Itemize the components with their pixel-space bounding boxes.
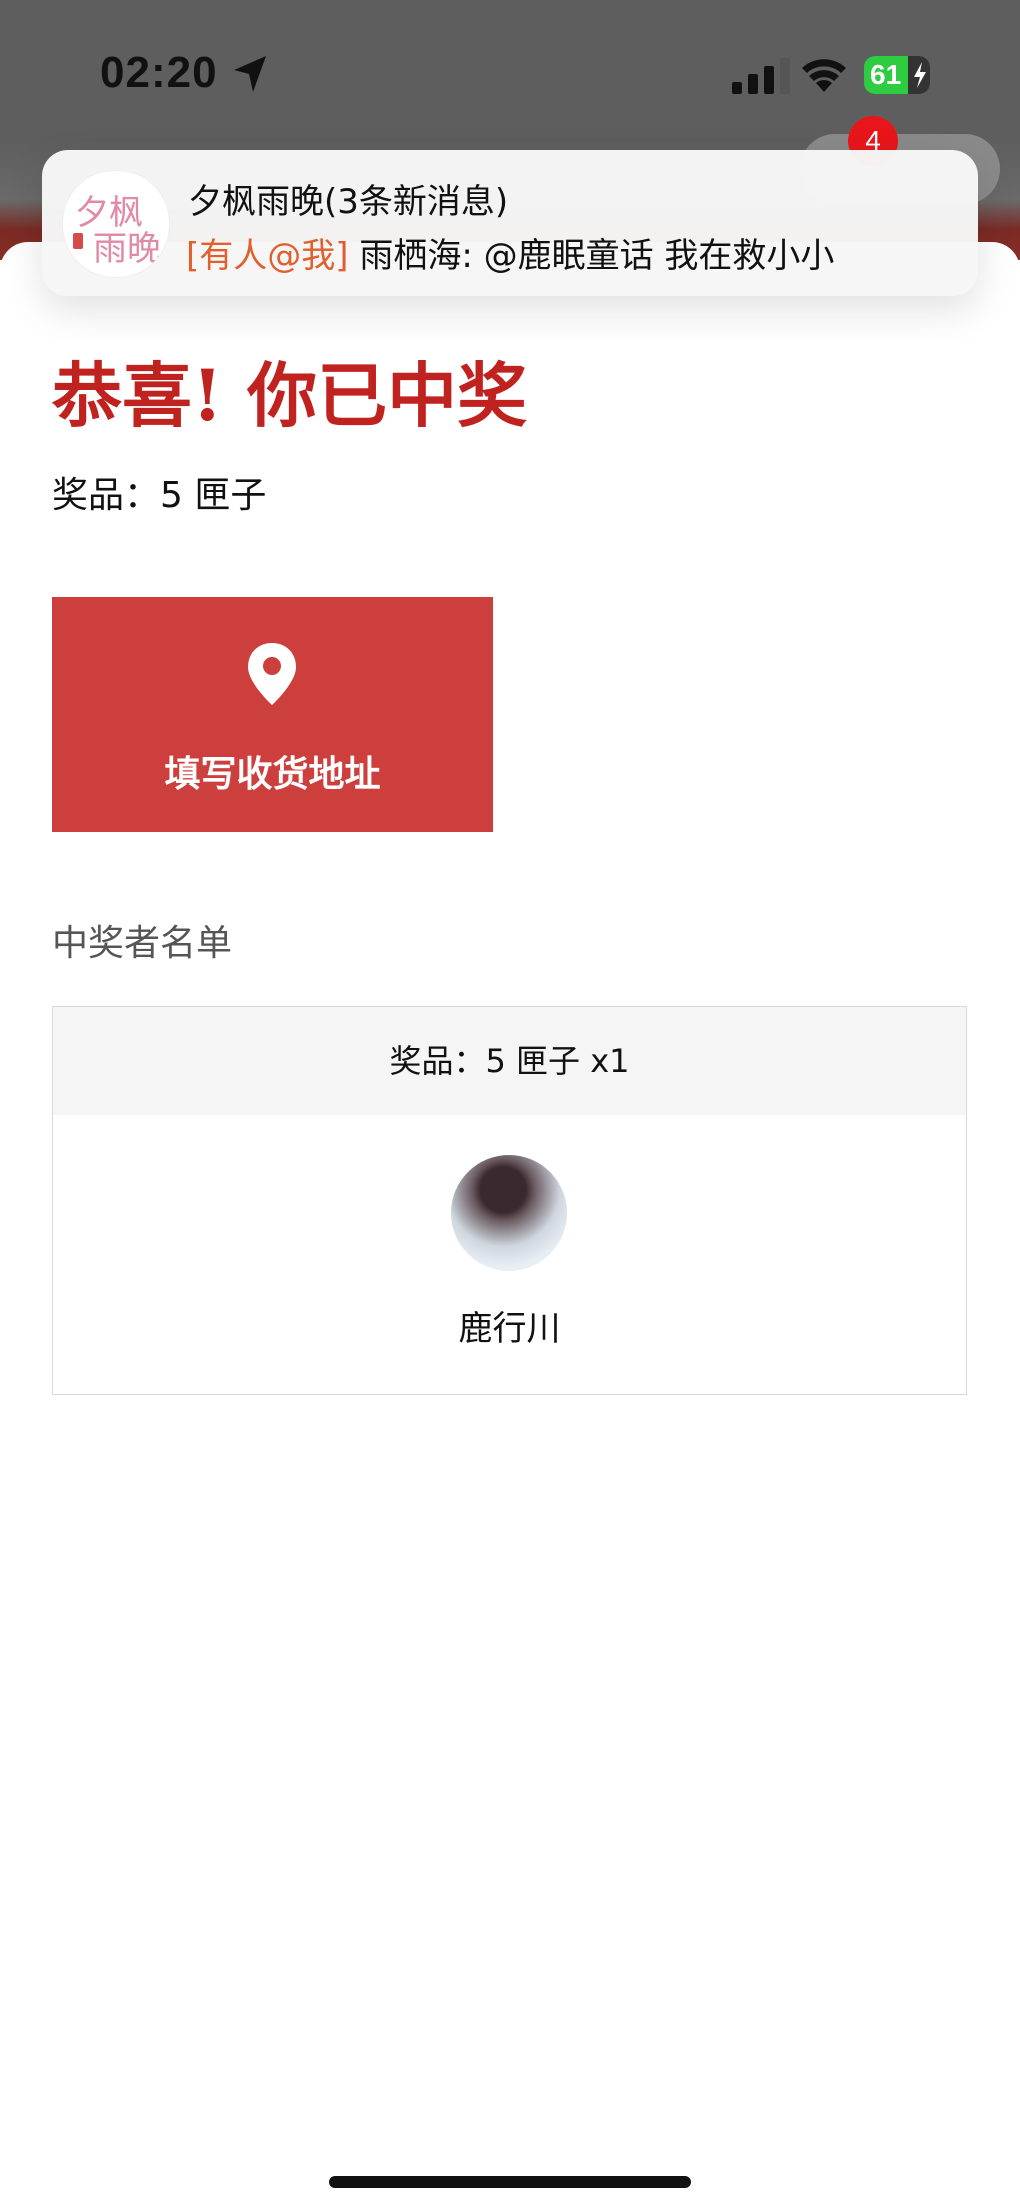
battery-charging-icon: 61	[864, 56, 930, 94]
winners-section-title: 中奖者名单	[52, 923, 233, 964]
winner-avatar[interactable]	[451, 1155, 567, 1271]
avatar-text-line2: 雨晚	[93, 229, 161, 269]
notification-message: 雨栖海: @鹿眠童话 我在救小小	[348, 236, 835, 276]
notification-avatar: 夕枫 雨晚	[62, 170, 170, 278]
winner-name[interactable]: 鹿行川	[53, 1301, 966, 1350]
prize-text: 奖品：5 匣子	[52, 475, 267, 516]
winners-list: 奖品：5 匣子 x1 鹿行川	[52, 1006, 967, 1395]
battery-level: 61	[870, 59, 902, 90]
mention-tag: [有人@我]	[186, 236, 349, 276]
status-time: 02:20	[100, 48, 218, 97]
location-arrow-icon	[234, 56, 266, 92]
wifi-icon	[802, 59, 846, 92]
fill-address-label: 填写收货地址	[164, 754, 381, 795]
seal-stamp-icon	[73, 233, 83, 249]
notification-title: 夕枫雨晚(3条新消息)	[188, 182, 509, 222]
location-pin-icon	[248, 643, 296, 705]
notification-body: [有人@我] 雨栖海: @鹿眠童话 我在救小小	[186, 228, 834, 277]
message-notification-banner[interactable]: 夕枫 雨晚 夕枫雨晚(3条新消息) [有人@我] 雨栖海: @鹿眠童话 我在救小…	[42, 150, 978, 296]
fill-address-button[interactable]: 填写收货地址	[52, 597, 493, 832]
home-indicator[interactable]	[329, 2176, 691, 2188]
congrats-heading: 恭喜! 你已中奖	[52, 354, 528, 437]
winners-prize-header: 奖品：5 匣子 x1	[53, 1007, 966, 1115]
cellular-signal-icon	[732, 56, 792, 94]
